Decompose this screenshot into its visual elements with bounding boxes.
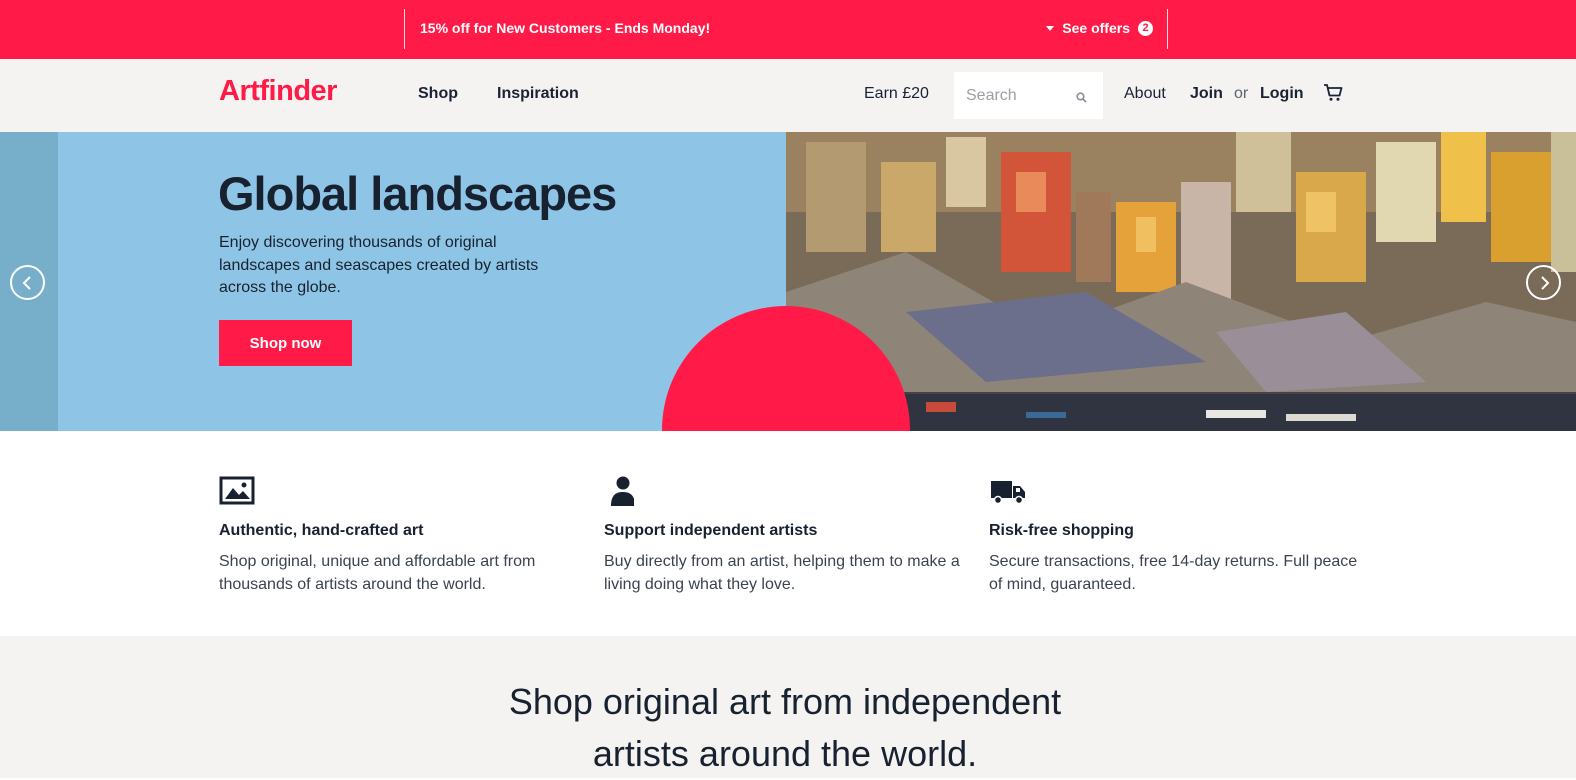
cart-icon[interactable] — [1323, 83, 1343, 107]
bottom-section: Shop original art from independent artis… — [0, 636, 1576, 778]
search-input[interactable] — [954, 72, 1074, 119]
login-link[interactable]: Login — [1260, 85, 1304, 103]
carousel-prev-button[interactable] — [10, 265, 45, 300]
nav-shop[interactable]: Shop — [418, 85, 458, 103]
nav-inspiration[interactable]: Inspiration — [497, 85, 579, 103]
features-section: Authentic, hand-crafted art Shop origina… — [0, 431, 1576, 636]
join-link[interactable]: Join — [1190, 85, 1223, 103]
feature-title: Authentic, hand-crafted art — [219, 522, 424, 539]
truck-icon — [989, 475, 1359, 509]
feature-risk-free: Risk-free shopping Secure transactions, … — [989, 475, 1359, 596]
feature-description: Shop original, unique and affordable art… — [219, 553, 536, 593]
promo-text: 15% off for New Customers - Ends Monday! — [420, 20, 711, 36]
earn-link[interactable]: Earn £20 — [864, 85, 929, 103]
site-header: Artfinder Shop Inspiration Earn £20 Abou… — [0, 59, 1576, 132]
feature-title: Support independent artists — [604, 522, 818, 539]
image-icon — [219, 475, 589, 509]
heading-line-2: artists around the world. — [592, 733, 978, 774]
see-offers-label: See offers — [1062, 20, 1130, 36]
carousel-next-button[interactable] — [1526, 265, 1561, 300]
hero-painting-image — [786, 132, 1576, 431]
feature-description: Secure transactions, free 14-day returns… — [989, 553, 1358, 593]
hero-banner: Global landscapes Enjoy discovering thou… — [0, 132, 1576, 431]
caret-down-icon — [1046, 25, 1055, 31]
artfinder-logo[interactable]: Artfinder — [219, 75, 337, 108]
feature-support: Support independent artists Buy directly… — [604, 475, 974, 596]
search-box — [954, 72, 1103, 119]
promo-inner: 15% off for New Customers - Ends Monday!… — [404, 9, 1168, 49]
or-text: or — [1234, 85, 1249, 102]
person-icon — [604, 475, 974, 509]
search-icon[interactable] — [1076, 90, 1087, 108]
shop-now-button[interactable]: Shop now — [219, 320, 352, 366]
offers-count-badge: 2 — [1138, 20, 1153, 36]
heading-line-1: Shop original art from independent — [508, 681, 1062, 722]
about-link[interactable]: About — [1124, 85, 1166, 103]
feature-description: Buy directly from an artist, helping the… — [604, 553, 960, 593]
section-heading: Shop original art from independent artis… — [0, 676, 1570, 780]
feature-authentic: Authentic, hand-crafted art Shop origina… — [219, 475, 589, 596]
hero-title: Global landscapes — [218, 167, 617, 220]
feature-title: Risk-free shopping — [989, 522, 1134, 539]
see-offers-button[interactable]: See offers 2 — [1046, 20, 1153, 36]
hero-description: Enjoy discovering thousands of original … — [219, 234, 539, 296]
chevron-left-icon — [22, 276, 31, 290]
promo-bar: 15% off for New Customers - Ends Monday!… — [0, 0, 1576, 59]
chevron-right-icon — [1541, 276, 1550, 290]
